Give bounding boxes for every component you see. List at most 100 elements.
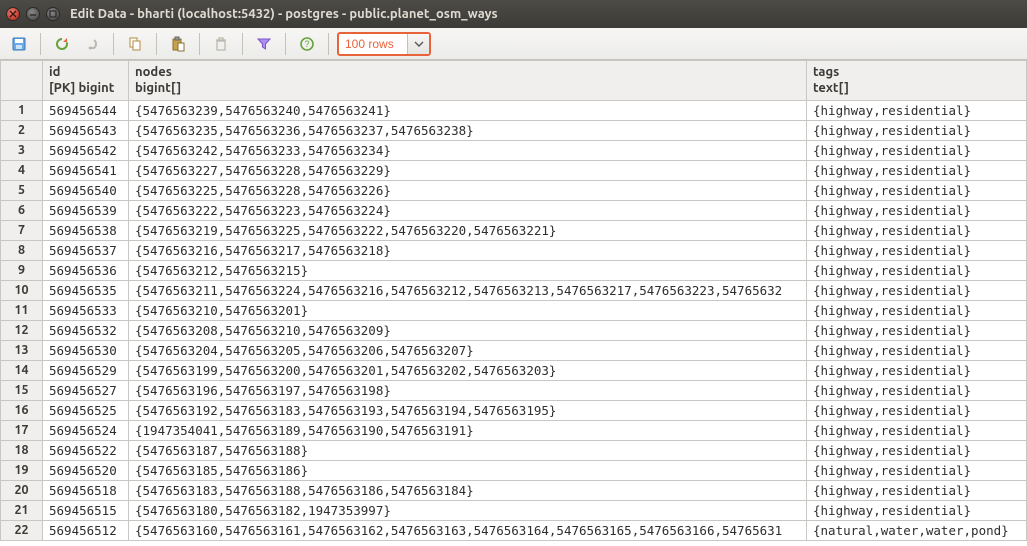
row-number[interactable]: 10: [1, 280, 43, 300]
cell-nodes[interactable]: {5476563204,5476563205,5476563206,547656…: [129, 340, 807, 360]
row-number[interactable]: 2: [1, 120, 43, 140]
cell-nodes[interactable]: {5476563235,5476563236,5476563237,547656…: [129, 120, 807, 140]
cell-tags[interactable]: {highway,residential}: [807, 240, 1027, 260]
table-row[interactable]: 2569456543{5476563235,5476563236,5476563…: [1, 120, 1027, 140]
copy-button[interactable]: [122, 31, 148, 57]
cell-tags[interactable]: {highway,residential}: [807, 100, 1027, 120]
cell-id[interactable]: 569456542: [43, 140, 129, 160]
cell-nodes[interactable]: {5476563239,5476563240,5476563241}: [129, 100, 807, 120]
cell-tags[interactable]: {highway,residential}: [807, 120, 1027, 140]
cell-tags[interactable]: {highway,residential}: [807, 380, 1027, 400]
row-number[interactable]: 9: [1, 260, 43, 280]
cell-nodes[interactable]: {5476563192,5476563183,5476563193,547656…: [129, 400, 807, 420]
cell-id[interactable]: 569456527: [43, 380, 129, 400]
cell-tags[interactable]: {highway,residential}: [807, 440, 1027, 460]
row-number[interactable]: 20: [1, 480, 43, 500]
table-row[interactable]: 11569456533{5476563210,5476563201}{highw…: [1, 300, 1027, 320]
cell-tags[interactable]: {highway,residential}: [807, 180, 1027, 200]
cell-tags[interactable]: {highway,residential}: [807, 460, 1027, 480]
cell-nodes[interactable]: {5476563183,5476563188,5476563186,547656…: [129, 480, 807, 500]
row-number[interactable]: 12: [1, 320, 43, 340]
table-row[interactable]: 9569456536{5476563212,5476563215}{highwa…: [1, 260, 1027, 280]
row-number[interactable]: 14: [1, 360, 43, 380]
cell-id[interactable]: 569456522: [43, 440, 129, 460]
cell-id[interactable]: 569456525: [43, 400, 129, 420]
cell-nodes[interactable]: {5476563199,5476563200,5476563201,547656…: [129, 360, 807, 380]
cell-id[interactable]: 569456532: [43, 320, 129, 340]
cell-tags[interactable]: {highway,residential}: [807, 260, 1027, 280]
row-number[interactable]: 22: [1, 520, 43, 540]
table-row[interactable]: 14569456529{5476563199,5476563200,547656…: [1, 360, 1027, 380]
row-number[interactable]: 16: [1, 400, 43, 420]
row-number[interactable]: 21: [1, 500, 43, 520]
table-row[interactable]: 19569456520{5476563185,5476563186}{highw…: [1, 460, 1027, 480]
rows-limit-input[interactable]: [339, 37, 407, 51]
cell-id[interactable]: 569456537: [43, 240, 129, 260]
rows-limit-combo[interactable]: [337, 32, 431, 56]
table-row[interactable]: 21569456515{5476563180,5476563182,194735…: [1, 500, 1027, 520]
cell-nodes[interactable]: {5476563187,5476563188}: [129, 440, 807, 460]
cell-id[interactable]: 569456541: [43, 160, 129, 180]
table-row[interactable]: 10569456535{5476563211,5476563224,547656…: [1, 280, 1027, 300]
cell-id[interactable]: 569456520: [43, 460, 129, 480]
table-row[interactable]: 17569456524{1947354041,5476563189,547656…: [1, 420, 1027, 440]
row-number[interactable]: 6: [1, 200, 43, 220]
table-row[interactable]: 12569456532{5476563208,5476563210,547656…: [1, 320, 1027, 340]
cell-nodes[interactable]: {5476563212,5476563215}: [129, 260, 807, 280]
row-number[interactable]: 18: [1, 440, 43, 460]
refresh-button[interactable]: [49, 31, 75, 57]
cell-tags[interactable]: {highway,residential}: [807, 220, 1027, 240]
column-header-nodes[interactable]: nodes bigint[]: [129, 61, 807, 101]
table-row[interactable]: 15569456527{5476563196,5476563197,547656…: [1, 380, 1027, 400]
column-header-id[interactable]: id [PK] bigint: [43, 61, 129, 101]
rownum-header[interactable]: [1, 61, 43, 101]
cell-nodes[interactable]: {1947354041,5476563189,5476563190,547656…: [129, 420, 807, 440]
row-number[interactable]: 11: [1, 300, 43, 320]
cell-id[interactable]: 569456530: [43, 340, 129, 360]
cell-id[interactable]: 569456515: [43, 500, 129, 520]
cell-nodes[interactable]: {5476563211,5476563224,5476563216,547656…: [129, 280, 807, 300]
cell-nodes[interactable]: {5476563208,5476563210,5476563209}: [129, 320, 807, 340]
minimize-icon[interactable]: [26, 7, 40, 21]
cell-id[interactable]: 569456538: [43, 220, 129, 240]
table-row[interactable]: 4569456541{5476563227,5476563228,5476563…: [1, 160, 1027, 180]
cell-id[interactable]: 569456512: [43, 520, 129, 540]
cell-tags[interactable]: {natural,water,water,pond}: [807, 520, 1027, 540]
cell-id[interactable]: 569456533: [43, 300, 129, 320]
cell-tags[interactable]: {highway,residential}: [807, 200, 1027, 220]
cell-id[interactable]: 569456529: [43, 360, 129, 380]
save-button[interactable]: [6, 31, 32, 57]
cell-tags[interactable]: {highway,residential}: [807, 420, 1027, 440]
table-row[interactable]: 8569456537{5476563216,5476563217,5476563…: [1, 240, 1027, 260]
data-grid[interactable]: id [PK] bigint nodes bigint[] tags text[…: [0, 60, 1027, 546]
cell-nodes[interactable]: {5476563216,5476563217,5476563218}: [129, 240, 807, 260]
cell-id[interactable]: 569456540: [43, 180, 129, 200]
row-number[interactable]: 3: [1, 140, 43, 160]
filter-button[interactable]: [251, 31, 277, 57]
table-row[interactable]: 16569456525{5476563192,5476563183,547656…: [1, 400, 1027, 420]
cell-nodes[interactable]: {5476563210,5476563201}: [129, 300, 807, 320]
cell-tags[interactable]: {highway,residential}: [807, 400, 1027, 420]
row-number[interactable]: 13: [1, 340, 43, 360]
cell-id[interactable]: 569456536: [43, 260, 129, 280]
cell-id[interactable]: 569456535: [43, 280, 129, 300]
cell-tags[interactable]: {highway,residential}: [807, 360, 1027, 380]
maximize-icon[interactable]: [46, 7, 60, 21]
cell-nodes[interactable]: {5476563227,5476563228,5476563229}: [129, 160, 807, 180]
row-number[interactable]: 19: [1, 460, 43, 480]
cell-tags[interactable]: {highway,residential}: [807, 340, 1027, 360]
cell-id[interactable]: 569456518: [43, 480, 129, 500]
cell-nodes[interactable]: {5476563180,5476563182,1947353997}: [129, 500, 807, 520]
help-button[interactable]: ?: [294, 31, 320, 57]
cell-tags[interactable]: {highway,residential}: [807, 320, 1027, 340]
row-number[interactable]: 15: [1, 380, 43, 400]
row-number[interactable]: 1: [1, 100, 43, 120]
row-number[interactable]: 8: [1, 240, 43, 260]
cell-id[interactable]: 569456543: [43, 120, 129, 140]
cell-id[interactable]: 569456544: [43, 100, 129, 120]
row-number[interactable]: 17: [1, 420, 43, 440]
table-row[interactable]: 20569456518{5476563183,5476563188,547656…: [1, 480, 1027, 500]
cell-nodes[interactable]: {5476563222,5476563223,5476563224}: [129, 200, 807, 220]
cell-id[interactable]: 569456524: [43, 420, 129, 440]
cell-tags[interactable]: {highway,residential}: [807, 500, 1027, 520]
